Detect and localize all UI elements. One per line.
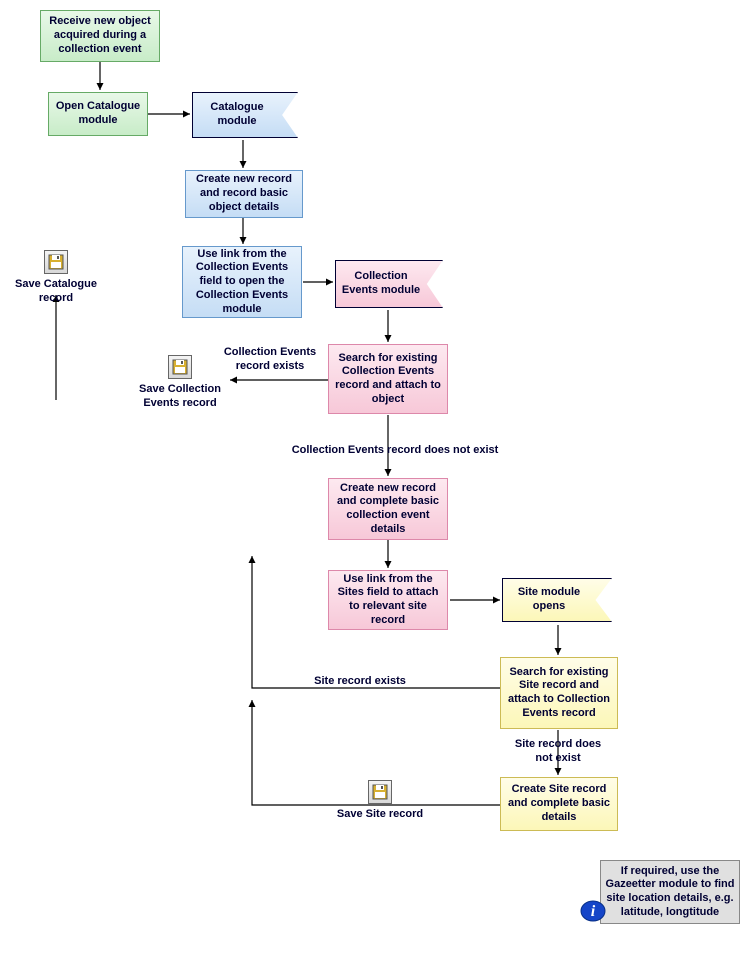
node-label: Create new record and record basic objec… [190,173,298,214]
edge-site-not-exist: Site record does not exist [508,738,608,766]
node-search-ce: Search for existing Collection Events re… [328,344,448,414]
node-receive: Receive new object acquired during a col… [40,10,160,62]
node-label: Open Catalogue module [53,100,143,128]
node-label: Catalogue module [197,101,277,129]
floppy-icon [368,780,392,804]
node-label: Site module opens [507,586,591,614]
node-site-module: Site module opens [502,578,612,622]
save-label: Save Catalogue record [6,278,106,306]
save-catalogue: Save Catalogue record [6,250,106,306]
node-label: Create Site record and complete basic de… [505,783,613,824]
edge-ce-exists: Collection Events record exists [220,346,320,374]
node-label: Use link from the Sites field to attach … [333,573,443,628]
edge-site-exists: Site record exists [300,675,420,689]
edge-ce-not-exist: Collection Events record does not exist [280,444,510,458]
save-label: Save Site record [330,808,430,822]
node-label: Use link from the Collection Events fiel… [187,248,297,317]
node-use-link-ce: Use link from the Collection Events fiel… [182,246,302,318]
node-create-site: Create Site record and complete basic de… [500,777,618,831]
node-label: Collection Events module [340,270,422,298]
node-open-catalogue: Open Catalogue module [48,92,148,136]
node-label: Create new record and complete basic col… [333,482,443,537]
node-ce-module: Collection Events module [335,260,443,308]
node-search-site: Search for existing Site record and atta… [500,657,618,729]
floppy-icon [168,355,192,379]
save-site: Save Site record [330,780,430,822]
info-icon: i [580,898,606,924]
node-create-ce: Create new record and complete basic col… [328,478,448,540]
node-label: Search for existing Collection Events re… [333,352,443,407]
node-label: If required, use the Gazeetter module to… [605,865,735,920]
svg-text:i: i [591,903,596,920]
node-label: Receive new object acquired during a col… [45,15,155,56]
save-label: Save Collection Events record [130,383,230,411]
node-create-record: Create new record and record basic objec… [185,170,303,218]
floppy-icon [44,250,68,274]
node-catalogue-module: Catalogue module [192,92,298,138]
node-gazetteer: If required, use the Gazeetter module to… [600,860,740,924]
save-ce: Save Collection Events record [130,355,230,411]
node-use-link-sites: Use link from the Sites field to attach … [328,570,448,630]
node-label: Search for existing Site record and atta… [505,666,613,721]
